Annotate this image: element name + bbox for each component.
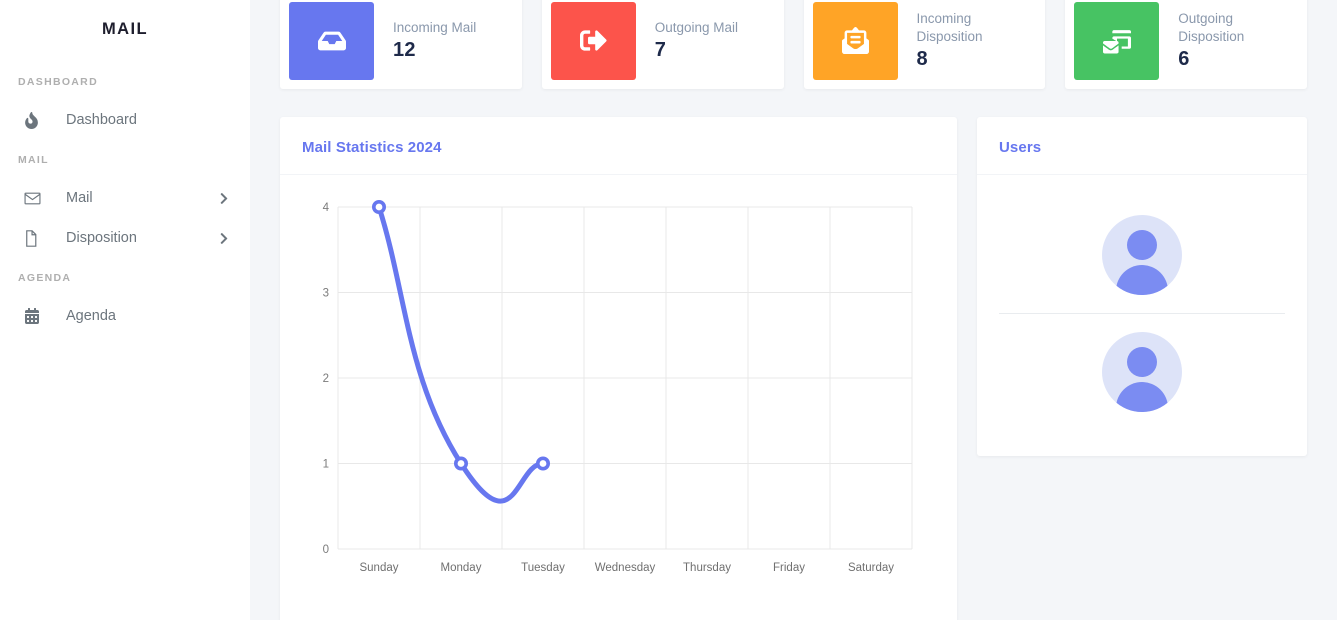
avatar-body: [1116, 265, 1168, 295]
avatar-head: [1127, 230, 1157, 260]
mail-statistics-chart[interactable]: 0 1 2 3 4 Sunday Monday Tuesday Wednesday Thursda…: [302, 195, 935, 615]
avatar-body: [1116, 382, 1168, 412]
sidebar: MAIL DASHBOARD Dashboard MAIL Mail Dispo…: [0, 0, 250, 620]
sidebar-item-label: Disposition: [66, 230, 137, 246]
sidebar-item-agenda[interactable]: Agenda: [0, 296, 250, 336]
chevron-right-icon: [220, 232, 228, 245]
svg-text:Saturday: Saturday: [848, 562, 894, 574]
svg-text:Sunday: Sunday: [359, 562, 398, 574]
stat-body: Incoming Disposition 8: [898, 10, 1046, 72]
stat-label: Outgoing Mail: [654, 19, 739, 35]
stat-value: 8: [916, 48, 928, 71]
avatar-head: [1127, 347, 1157, 377]
stat-col-incoming-disposition: Incoming Disposition 8: [794, 0, 1056, 89]
chart-card: Mail Statistics 2024 0 1 2 3 4 Sunday Monday Tu…: [280, 117, 957, 620]
users-list: [977, 175, 1307, 456]
svg-text:0: 0: [323, 544, 329, 556]
stat-card-incoming-disposition[interactable]: Incoming Disposition 8: [803, 0, 1046, 89]
mail-bulk-icon: [1074, 1, 1160, 80]
sidebar-menu: DASHBOARD Dashboard MAIL Mail Dispositio…: [0, 58, 250, 336]
stat-value: 6: [1178, 48, 1190, 71]
list-item[interactable]: [999, 313, 1285, 430]
stat-label: Incoming Mail: [393, 19, 477, 35]
sidebar-item-label: Agenda: [66, 308, 116, 324]
chart-card-body: 0 1 2 3 4 Sunday Monday Tuesday Wednesday Thursda…: [280, 175, 957, 620]
avatar: [1102, 332, 1182, 412]
stat-body: Outgoing Disposition 6: [1159, 10, 1307, 72]
brand-logo[interactable]: MAIL: [0, 0, 250, 58]
stat-body: Outgoing Mail 7: [636, 19, 748, 63]
users-col: Users: [967, 117, 1317, 620]
envelope-open-text-icon: [812, 1, 898, 80]
svg-text:4: 4: [323, 202, 330, 214]
stat-card-outgoing-mail[interactable]: Outgoing Mail 7: [541, 0, 784, 89]
sidebar-group-header-mail: MAIL: [18, 154, 49, 166]
chevron-right-icon: [220, 192, 228, 205]
svg-text:2: 2: [323, 373, 329, 385]
svg-text:Tuesday: Tuesday: [521, 562, 565, 574]
main-content: Incoming Mail 12 Outgoing Mail 7 Incomin…: [250, 0, 1337, 620]
stat-label: Incoming Disposition: [916, 10, 983, 44]
svg-text:Wednesday: Wednesday: [595, 562, 656, 574]
sidebar-item-mail[interactable]: Mail: [0, 178, 250, 218]
chart-svg: 0 1 2 3 4 Sunday Monday Tuesday Wednesday Thursda…: [323, 200, 913, 574]
stat-body: Incoming Mail 12: [374, 19, 486, 63]
sidebar-group-header-dashboard: DASHBOARD: [18, 76, 98, 88]
calendar-icon: [24, 308, 48, 324]
stat-card-incoming-mail[interactable]: Incoming Mail 12: [280, 0, 522, 89]
chart-card-header: Mail Statistics 2024: [280, 117, 957, 175]
users-card: Users: [977, 117, 1307, 456]
stats-row: Incoming Mail 12 Outgoing Mail 7 Incomin…: [270, 0, 1317, 89]
sidebar-item-disposition[interactable]: Disposition: [0, 218, 250, 258]
stat-col-outgoing-mail: Outgoing Mail 7: [532, 0, 794, 89]
stat-card-outgoing-disposition[interactable]: Outgoing Disposition 6: [1065, 0, 1307, 89]
lower-row: Mail Statistics 2024 0 1 2 3 4 Sunday Monday Tu…: [270, 117, 1317, 620]
inbox-icon: [289, 1, 374, 80]
stat-value: 12: [393, 39, 416, 62]
file-icon: [24, 229, 48, 247]
svg-text:3: 3: [323, 288, 329, 300]
users-card-header: Users: [977, 117, 1307, 175]
envelope-icon: [24, 190, 48, 207]
sidebar-group-header-agenda: AGENDA: [18, 272, 72, 284]
list-item[interactable]: [999, 201, 1285, 313]
avatar: [1102, 215, 1182, 295]
users-title: Users: [999, 139, 1042, 156]
svg-text:Monday: Monday: [441, 562, 482, 574]
svg-text:Friday: Friday: [773, 562, 805, 574]
svg-text:Thursday: Thursday: [683, 562, 731, 574]
sidebar-item-label: Dashboard: [66, 112, 137, 128]
stat-col-incoming-mail: Incoming Mail 12: [270, 0, 532, 89]
chart-title: Mail Statistics 2024: [302, 139, 442, 156]
stat-col-outgoing-disposition: Outgoing Disposition 6: [1055, 0, 1317, 89]
sidebar-item-label: Mail: [66, 190, 93, 206]
sidebar-item-dashboard[interactable]: Dashboard: [0, 100, 250, 140]
stat-label: Outgoing Disposition: [1178, 10, 1245, 44]
app-root: MAIL DASHBOARD Dashboard MAIL Mail Dispo…: [0, 0, 1337, 620]
stat-value: 7: [654, 39, 667, 62]
sign-out-icon: [550, 1, 636, 80]
fire-icon: [24, 111, 48, 129]
svg-text:1: 1: [323, 459, 329, 471]
chart-col: Mail Statistics 2024 0 1 2 3 4 Sunday Monday Tu…: [270, 117, 967, 620]
